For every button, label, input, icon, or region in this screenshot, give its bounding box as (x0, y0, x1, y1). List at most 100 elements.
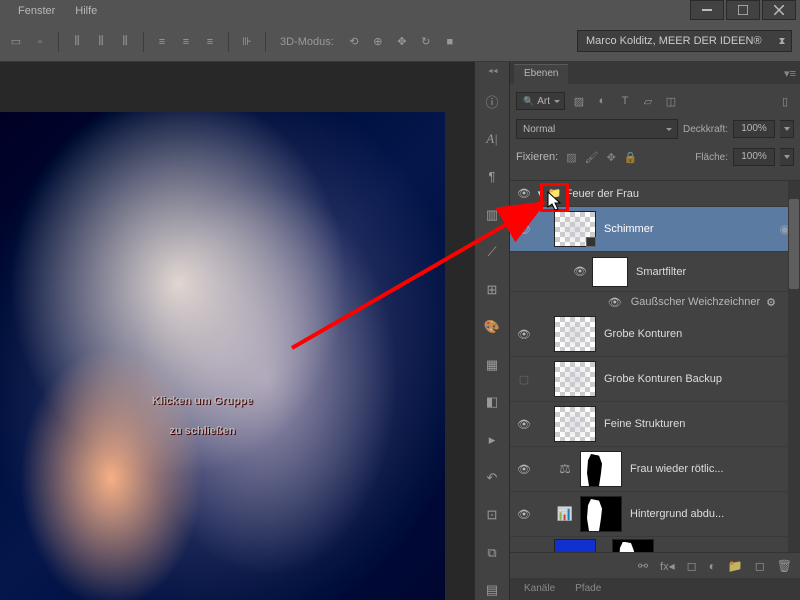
3d-pan-icon[interactable]: ✥ (392, 32, 412, 52)
layer-thumbnail[interactable] (554, 361, 596, 397)
blend-mode-select[interactable]: Normal (516, 119, 678, 139)
layer-row[interactable]: 👁 Schimmer ◉ (510, 207, 800, 252)
workspace-selector[interactable]: Marco Kolditz, MEER DER IDEEN® (577, 30, 792, 52)
layer-row[interactable]: 👁 Grobe Konturen (510, 312, 800, 357)
link-layers-icon[interactable]: ⚯ (638, 559, 648, 573)
distribute-icon[interactable]: ⫼ (91, 32, 111, 52)
layer-filter-kind[interactable]: Art (516, 92, 565, 110)
styles-panel-icon[interactable]: ▦ (482, 355, 502, 375)
group-disclosure-icon[interactable]: ▼ (536, 189, 544, 198)
layer-name[interactable]: Grobe Konturen Backup (604, 373, 722, 385)
layer-thumbnail[interactable] (554, 539, 596, 553)
layer-name[interactable]: Hintergrund abdu... (630, 508, 724, 520)
layer-mask-icon[interactable]: ◻ (687, 559, 697, 573)
visibility-toggle[interactable]: 👁 (607, 294, 623, 310)
history-panel-icon[interactable]: ↶ (482, 468, 502, 488)
visibility-toggle[interactable]: 👁 (516, 221, 532, 237)
adjustment-layer-icon[interactable]: ◐ (709, 559, 716, 573)
close-button[interactable] (762, 0, 796, 20)
filter-name[interactable]: Gaußscher Weichzeichner (631, 296, 760, 308)
notes-panel-icon[interactable]: ▤ (482, 581, 502, 600)
3d-slide-icon[interactable]: ↻ (416, 32, 436, 52)
layer-thumbnail[interactable] (554, 211, 596, 247)
3d-roll-icon[interactable]: ⊕ (368, 32, 388, 52)
filter-smart-icon[interactable]: ◫ (662, 92, 680, 110)
color-panel-icon[interactable]: 🎨 (482, 317, 502, 337)
layers-scrollbar[interactable] (788, 181, 800, 552)
3d-rotate-icon[interactable]: ⟲ (344, 32, 364, 52)
delete-layer-icon[interactable]: 🗑 (777, 559, 792, 573)
filter-adjust-icon[interactable]: ◐ (593, 92, 611, 110)
filter-toggle[interactable]: ▯ (776, 92, 794, 110)
layer-thumbnail[interactable] (554, 316, 596, 352)
filter-options-icon[interactable]: ⚙ (766, 296, 776, 309)
filter-effect-row[interactable]: 👁 Gaußscher Weichzeichner ⚙ (510, 292, 800, 312)
align-icon[interactable]: ▫ (30, 32, 50, 52)
layer-row[interactable]: ▢ Grobe Konturen Backup (510, 357, 800, 402)
visibility-toggle[interactable]: 👁 (572, 264, 588, 280)
visibility-toggle[interactable]: ▢ (516, 371, 532, 387)
tab-ebenen[interactable]: Ebenen (514, 64, 568, 84)
new-layer-icon[interactable]: ◻ (755, 559, 765, 573)
layer-row[interactable]: 👁 Smartfilter (510, 252, 800, 292)
layer-thumbnail[interactable] (554, 406, 596, 442)
distribute-icon[interactable]: ⫼ (115, 32, 135, 52)
filter-type-icon[interactable]: T (616, 92, 634, 110)
maximize-button[interactable] (726, 0, 760, 20)
distribute-icon[interactable]: ≡ (200, 32, 220, 52)
distribute-icon[interactable]: ⫼ (67, 32, 87, 52)
tab-kanale[interactable]: Kanäle (514, 580, 565, 600)
character-panel-icon[interactable]: A| (482, 130, 502, 150)
layer-name[interactable]: Grobe Konturen (604, 328, 682, 340)
canvas-area[interactable]: Klicken um Gruppezu schließen (0, 62, 474, 600)
fill-dropdown[interactable] (780, 148, 794, 166)
document-canvas[interactable] (0, 112, 445, 600)
actions-panel-icon[interactable]: ▸ (482, 430, 502, 450)
opacity-value[interactable]: 100% (733, 120, 775, 138)
fill-value[interactable]: 100% (733, 148, 775, 166)
properties-panel-icon[interactable]: ▥ (482, 205, 502, 225)
layer-row[interactable] (510, 537, 800, 552)
menu-fenster[interactable]: Fenster (8, 1, 65, 21)
layer-fx-icon[interactable]: fx◂ (660, 559, 675, 573)
lock-transparency-icon[interactable]: ▨ (566, 151, 576, 164)
swatches-panel-icon[interactable]: ⊞ (482, 280, 502, 300)
distribute-icon[interactable]: ≡ (152, 32, 172, 52)
new-group-icon[interactable]: 📁 (728, 559, 743, 573)
filter-mask-thumbnail[interactable] (592, 257, 628, 287)
layer-name[interactable]: Smartfilter (636, 266, 686, 278)
lock-all-icon[interactable]: 🔒 (624, 151, 638, 164)
adjustments-panel-icon[interactable]: ◧ (482, 393, 502, 413)
clone-panel-icon[interactable]: ⧉ (482, 543, 502, 563)
visibility-toggle[interactable]: 👁 (516, 326, 532, 342)
layer-mask-thumbnail[interactable] (580, 451, 622, 487)
scrollbar-thumb[interactable] (789, 199, 799, 289)
layer-name[interactable]: Feine Strukturen (604, 418, 685, 430)
opacity-dropdown[interactable] (780, 120, 794, 138)
visibility-toggle[interactable]: 👁 (516, 461, 532, 477)
visibility-toggle[interactable]: 👁 (516, 416, 532, 432)
layer-name[interactable]: Feuer der Frau (566, 188, 639, 200)
layer-row[interactable]: 👁 Feine Strukturen (510, 402, 800, 447)
visibility-toggle[interactable]: 👁 (516, 186, 532, 202)
distribute-icon[interactable]: ⊪ (237, 32, 257, 52)
filter-pixel-icon[interactable]: ▨ (570, 92, 588, 110)
layer-group[interactable]: 👁 ▼ 📁 Feuer der Frau (510, 181, 800, 207)
distribute-icon[interactable]: ≡ (176, 32, 196, 52)
visibility-toggle[interactable]: 👁 (516, 506, 532, 522)
layer-mask-thumbnail[interactable] (612, 539, 654, 553)
visibility-toggle[interactable] (516, 264, 532, 280)
layer-row[interactable]: 👁 ⚖ Frau wieder rötlic... (510, 447, 800, 492)
lock-position-icon[interactable]: ✥ (607, 151, 616, 164)
layer-name[interactable]: Schimmer (604, 223, 654, 235)
panel-menu-icon[interactable]: ▾≡ (784, 67, 796, 80)
tab-pfade[interactable]: Pfade (565, 580, 611, 600)
align-icon[interactable]: ▭ (6, 32, 26, 52)
lock-pixels-icon[interactable]: 🖌 (585, 151, 599, 164)
paragraph-panel-icon[interactable]: ¶ (482, 167, 502, 187)
navigator-panel-icon[interactable]: ⊡ (482, 505, 502, 525)
layer-name[interactable]: Frau wieder rötlic... (630, 463, 724, 475)
3d-scale-icon[interactable]: ■ (440, 32, 460, 52)
layer-row[interactable]: 👁 📊 Hintergrund abdu... (510, 492, 800, 537)
filter-shape-icon[interactable]: ▱ (639, 92, 657, 110)
